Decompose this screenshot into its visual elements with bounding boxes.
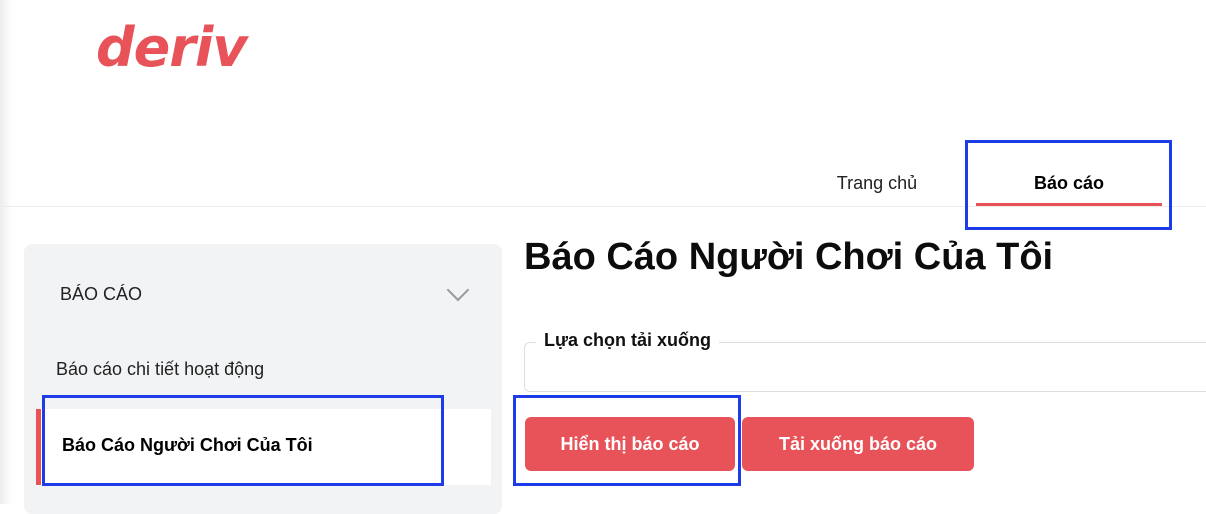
page-title: Báo Cáo Người Chơi Của Tôi	[524, 236, 1054, 278]
sidebar-item-activity-report[interactable]: Báo cáo chi tiết hoạt động	[56, 359, 264, 380]
download-options-label: Lựa chọn tải xuống	[536, 330, 720, 351]
active-item-indicator	[36, 409, 41, 485]
chevron-down-icon[interactable]	[446, 278, 470, 302]
sidebar-item-my-player-report[interactable]: Báo Cáo Người Chơi Của Tôi	[36, 409, 491, 485]
nav-tab-home[interactable]: Trang chủ	[812, 150, 942, 206]
deriv-logo[interactable]: deriv	[96, 18, 248, 78]
top-navigation: Trang chủ Báo cáo	[0, 150, 1206, 207]
sidebar-item-label: Báo Cáo Người Chơi Của Tôi	[62, 435, 313, 455]
active-tab-indicator	[976, 203, 1162, 206]
sidebar: BÁO CÁO Báo cáo chi tiết hoạt động Báo C…	[24, 244, 502, 514]
download-report-button[interactable]: Tải xuống báo cáo	[742, 417, 974, 471]
sidebar-section-header[interactable]: BÁO CÁO	[60, 284, 142, 305]
nav-tab-reports[interactable]: Báo cáo	[976, 150, 1162, 206]
page-edge-shadow	[0, 0, 12, 504]
show-report-button[interactable]: Hiển thị báo cáo	[525, 417, 735, 471]
